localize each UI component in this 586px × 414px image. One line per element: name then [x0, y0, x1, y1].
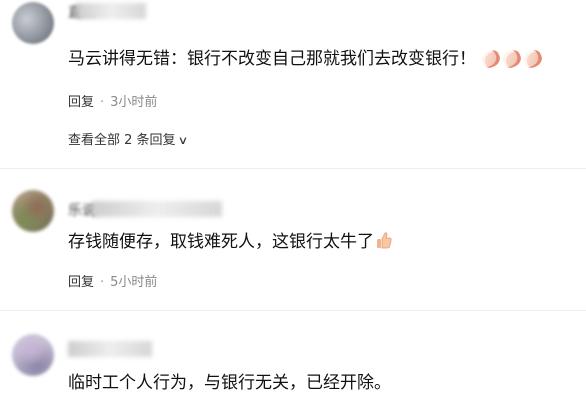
comment-body: 临时工个人行为，与银行无关，已经开除。 [68, 373, 391, 393]
avatar[interactable] [12, 190, 54, 232]
timestamp: 5小时前 [110, 275, 158, 290]
comment-text: 存钱随便存，取钱难死人，这银行太牛了 [68, 231, 392, 253]
username[interactable]: 直… [68, 2, 146, 21]
comment-text: 临时工个人行为，与银行无关，已经开除。 [68, 372, 391, 394]
thumbs-up-icon [377, 232, 392, 249]
view-replies-label: 查看全部 2 条回复 [68, 133, 176, 148]
avatar[interactable] [12, 2, 54, 44]
reply-button[interactable]: 回复 [68, 275, 94, 290]
reply-button[interactable]: 回复 [68, 95, 94, 110]
divider [0, 168, 586, 169]
clap-emoji-group [479, 47, 545, 71]
clap-emoji-icon [521, 47, 545, 71]
comment-meta: 回复 · 3小时前 [68, 91, 157, 110]
username-redaction [92, 201, 222, 217]
username-redaction [68, 341, 152, 357]
clap-emoji-icon [479, 47, 503, 71]
username-redaction [76, 3, 146, 19]
comment-meta: 回复 · 5小时前 [68, 271, 157, 290]
view-replies-button[interactable]: 查看全部 2 条回复 ∨ [68, 129, 188, 148]
separator-dot: · [100, 275, 105, 290]
divider [0, 310, 586, 311]
timestamp: 3小时前 [110, 95, 158, 110]
chevron-down-icon: ∨ [177, 134, 188, 147]
comment-body: 马云讲得无错：银行不改变自己那就我们去改变银行！ [68, 49, 476, 69]
comment-text: 马云讲得无错：银行不改变自己那就我们去改变银行！ [68, 47, 545, 71]
separator-dot: · [100, 95, 105, 110]
username[interactable]: 乐说 [68, 200, 222, 219]
avatar[interactable] [12, 334, 54, 376]
comment-body: 存钱随便存，取钱难死人，这银行太牛了 [68, 232, 374, 252]
clap-emoji-icon [500, 47, 524, 71]
